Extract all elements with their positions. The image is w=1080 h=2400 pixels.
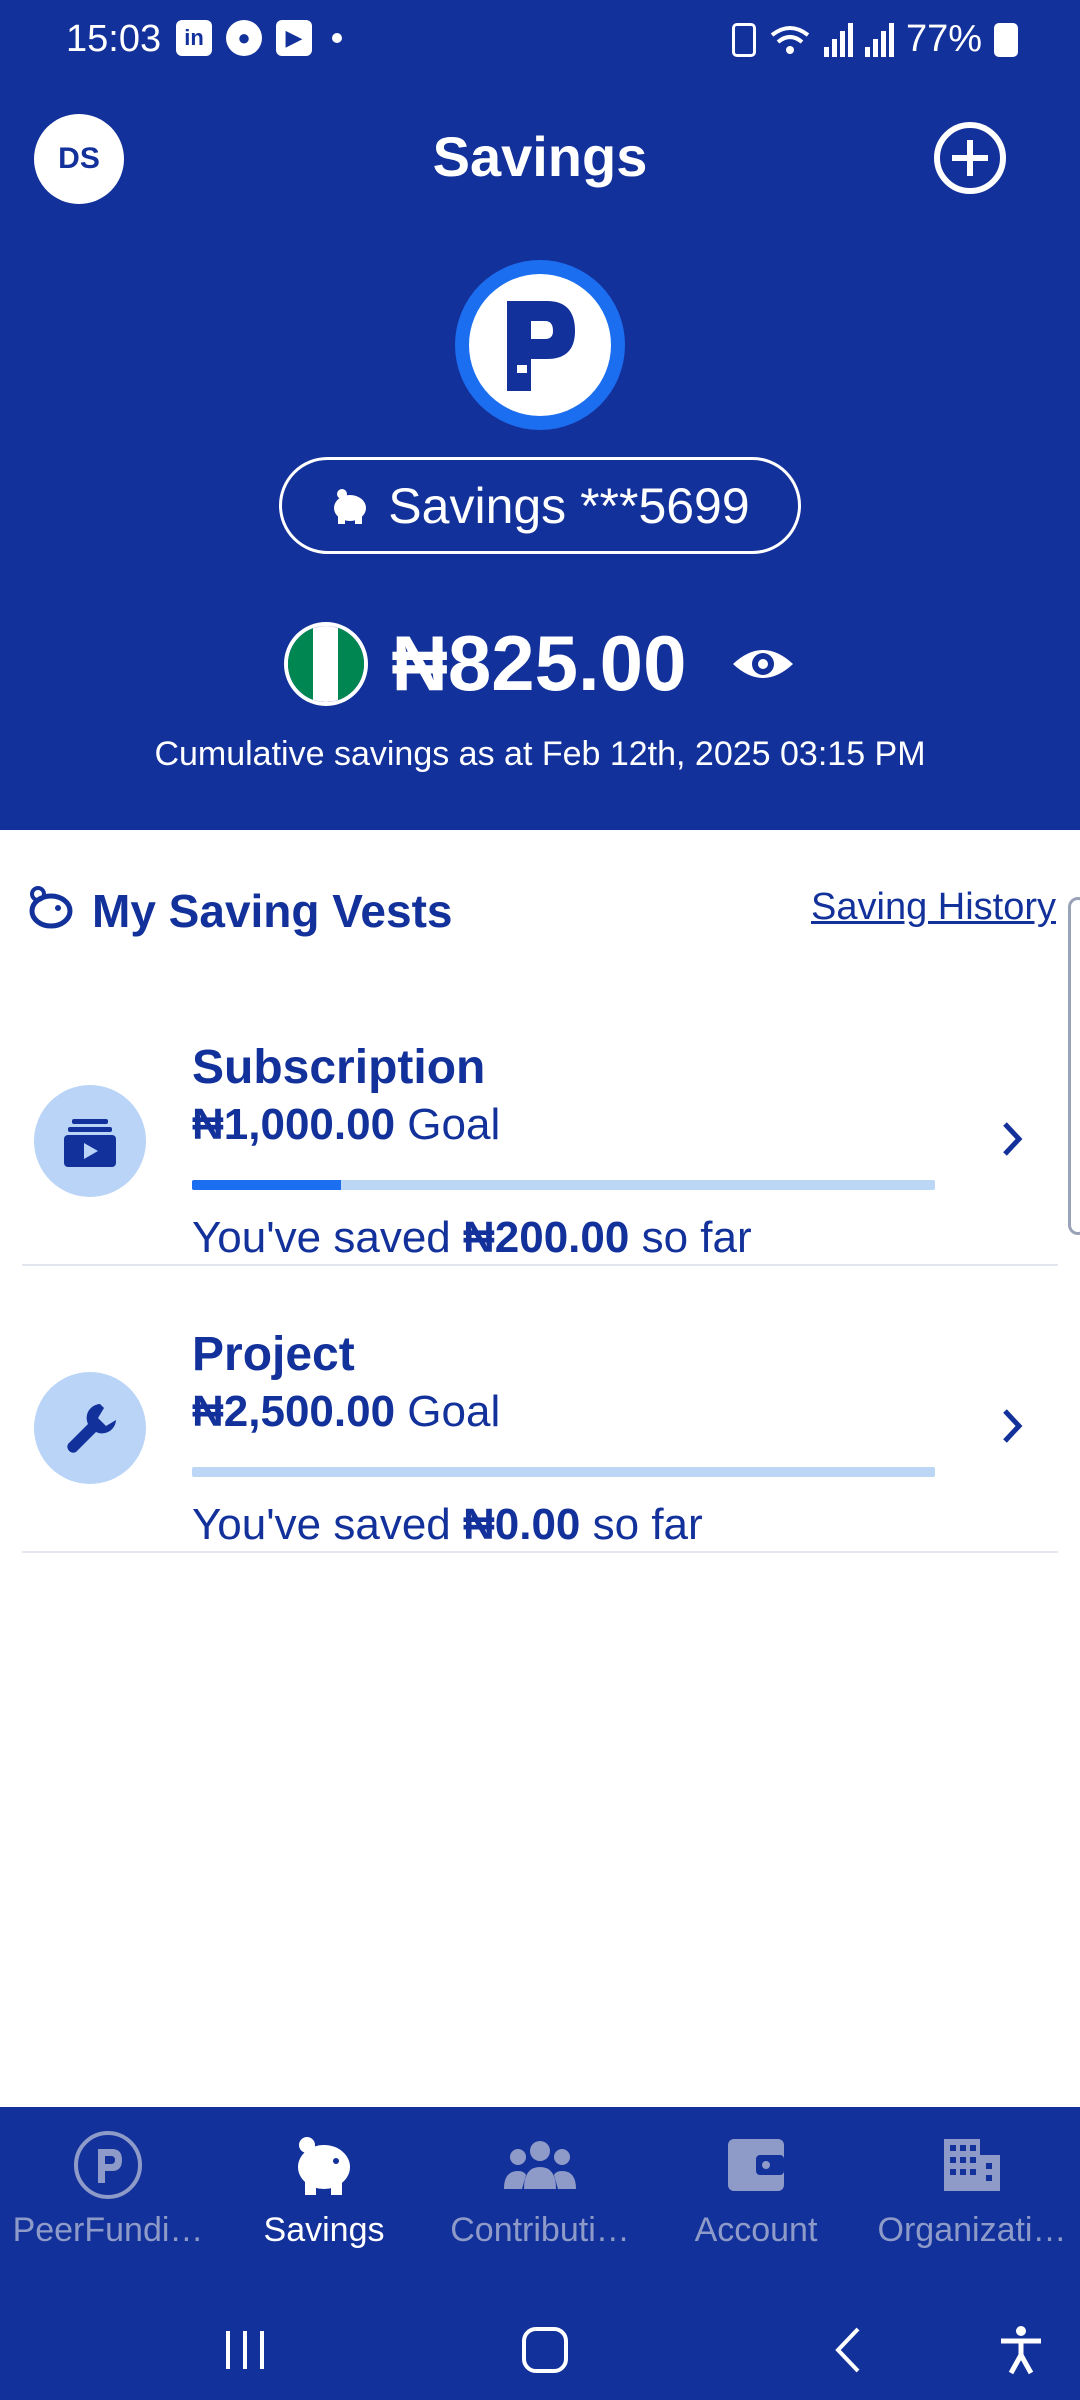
savings-header: 15:03 in ● ▶ 77% DS Savings Savings ***5… xyxy=(0,0,1080,830)
chevron-right-icon[interactable] xyxy=(997,1405,1027,1447)
saved-amount: ₦200.00 xyxy=(462,1213,630,1262)
nav-label: Organizati… xyxy=(877,2211,1067,2249)
nav-label: Savings xyxy=(263,2211,385,2249)
youtube-icon: ▶ xyxy=(276,20,312,56)
balance-amount: ₦825.00 xyxy=(391,619,687,707)
goal-suffix: Goal xyxy=(395,1387,501,1436)
peerfunding-logo-icon xyxy=(507,301,575,391)
peerfunding-icon xyxy=(72,2129,144,2201)
bottom-navigation: PeerFundi… Savings Contributi… Account O… xyxy=(0,2107,1080,2400)
nigeria-flag-icon xyxy=(283,621,368,706)
notification-icons: in ● ▶ xyxy=(176,20,342,56)
cumulative-savings-text: Cumulative savings as at Feb 12th, 2025 … xyxy=(154,735,926,773)
nav-label: PeerFundi… xyxy=(12,2211,204,2249)
saved-prefix: You've saved xyxy=(192,1213,463,1262)
section-title: My Saving Vests xyxy=(92,885,453,937)
vest-item-project[interactable]: Project ₦2,500.00 Goal You've saved ₦0.0… xyxy=(22,1267,1058,1553)
vest-progress-bar xyxy=(192,1467,935,1477)
nav-item-contributions[interactable]: Contributi… xyxy=(432,2129,648,2250)
piggy-bank-icon xyxy=(288,2129,360,2201)
brand-logo xyxy=(455,260,625,430)
more-notifications-icon xyxy=(332,33,342,43)
subscription-icon xyxy=(34,1085,146,1197)
status-time: 15:03 xyxy=(66,18,162,60)
recent-apps-icon[interactable] xyxy=(220,2325,270,2375)
nav-item-account[interactable]: Account xyxy=(648,2129,864,2250)
system-navigation-bar xyxy=(0,2307,1080,2397)
nav-label: Account xyxy=(694,2211,818,2249)
nav-label: Contributi… xyxy=(450,2211,630,2249)
saving-history-link[interactable]: Saving History xyxy=(811,886,1056,929)
vest-goal: ₦2,500.00 Goal xyxy=(192,1387,500,1437)
status-bar: 15:03 in ● ▶ 77% xyxy=(0,0,1080,80)
side-drawer-handle[interactable] xyxy=(1068,897,1080,1235)
saved-suffix: so far xyxy=(580,1500,703,1549)
building-icon xyxy=(936,2129,1008,2201)
signal-icon xyxy=(823,22,853,57)
vest-progress-bar xyxy=(192,1180,935,1190)
piggy-bank-icon xyxy=(334,488,367,524)
goal-amount: ₦1,000.00 xyxy=(192,1100,396,1149)
eye-icon[interactable] xyxy=(730,642,796,686)
vest-name: Project xyxy=(192,1328,355,1381)
nav-item-peerfunding[interactable]: PeerFundi… xyxy=(0,2129,216,2250)
home-icon[interactable] xyxy=(520,2325,570,2375)
vest-goal: ₦1,000.00 Goal xyxy=(192,1100,500,1150)
system-status: 77% xyxy=(731,18,1018,61)
vest-name: Subscription xyxy=(192,1041,486,1094)
saved-amount: ₦0.00 xyxy=(462,1500,581,1549)
linkedin-icon: in xyxy=(176,20,212,56)
vest-saved-text: You've saved ₦200.00 so far xyxy=(192,1213,752,1263)
page-title: Savings xyxy=(432,125,648,188)
signal-2-icon xyxy=(864,22,894,57)
vest-saved-text: You've saved ₦0.00 so far xyxy=(192,1500,703,1550)
goal-suffix: Goal xyxy=(395,1100,501,1149)
account-notification-icon: ● xyxy=(226,20,262,56)
accessibility-icon[interactable] xyxy=(998,2325,1044,2375)
saved-prefix: You've saved xyxy=(192,1500,463,1549)
nav-item-organizations[interactable]: Organizati… xyxy=(864,2129,1080,2250)
add-circle-icon[interactable] xyxy=(932,120,1008,196)
wifi-icon xyxy=(770,25,810,54)
saved-suffix: so far xyxy=(629,1213,752,1262)
piggy-bank-outline-icon xyxy=(29,886,73,929)
nav-item-savings[interactable]: Savings xyxy=(216,2129,432,2250)
account-label: Savings ***5699 xyxy=(388,477,750,534)
back-icon[interactable] xyxy=(828,2325,868,2375)
battery-icon xyxy=(994,22,1018,57)
saving-vests-header: My Saving Vests Saving History xyxy=(26,878,1056,948)
wrench-icon xyxy=(34,1372,146,1484)
vest-item-subscription[interactable]: Subscription ₦1,000.00 Goal You've saved… xyxy=(22,980,1058,1266)
battery-percent: 77% xyxy=(905,18,982,60)
goal-amount: ₦2,500.00 xyxy=(192,1387,396,1436)
vest-progress-fill xyxy=(192,1180,341,1190)
people-icon xyxy=(504,2129,576,2201)
chevron-right-icon[interactable] xyxy=(997,1118,1027,1160)
balance-row: ₦825.00 xyxy=(0,618,1080,709)
battery-saver-icon xyxy=(731,22,756,57)
wallet-icon xyxy=(720,2129,792,2201)
account-selector[interactable]: Savings ***5699 xyxy=(279,457,801,554)
